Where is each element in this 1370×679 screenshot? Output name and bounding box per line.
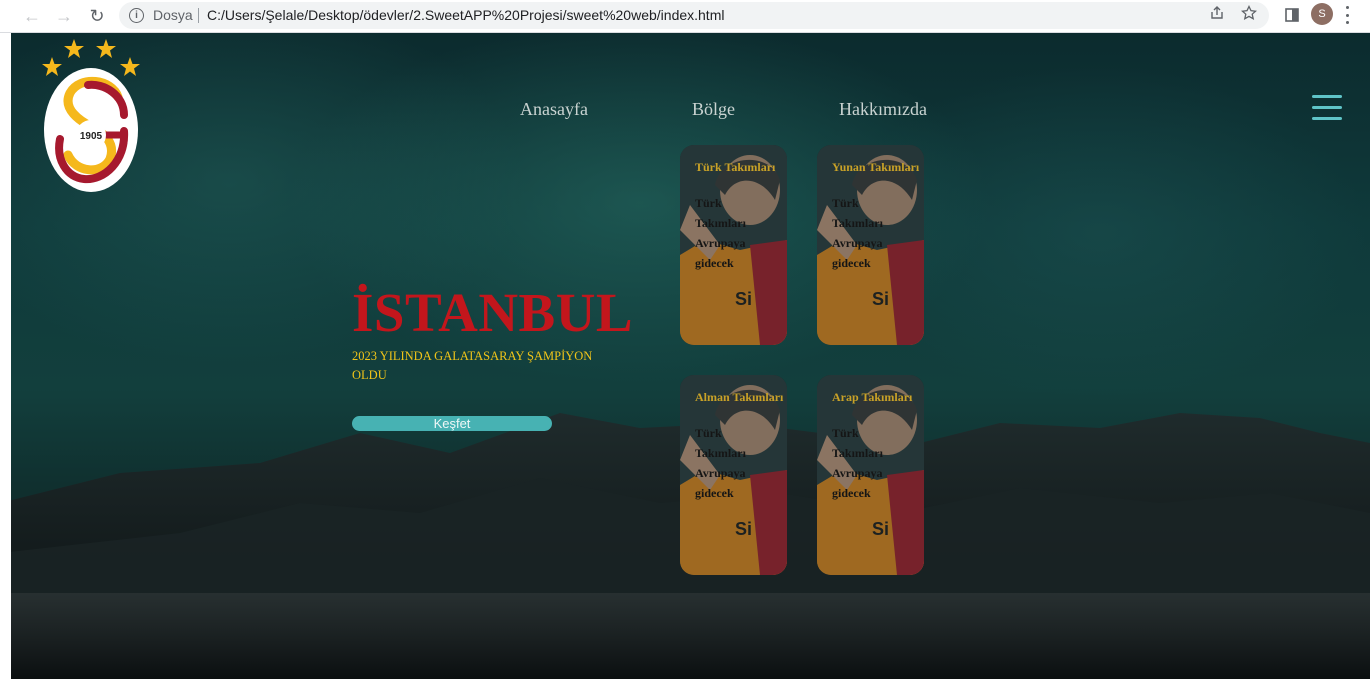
galatasaray-logo[interactable]: 1905 — [40, 35, 144, 195]
hero-subtitle: 2023 YILINDA GALATASARAY ŞAMPİYON OLDU — [352, 349, 593, 382]
address-scheme-label: Dosya — [153, 7, 193, 23]
address-bar[interactable]: i Dosya C:/Users/Şelale/Desktop/ödevler/… — [119, 2, 1269, 29]
card-alman[interactable]: Si Alman Takımları Türk Takımları Avrupa… — [680, 375, 787, 575]
mountains-background — [0, 413, 1370, 679]
page-background: 1905 Anasayfa Bölge Hakkımızda İSTANBUL … — [0, 33, 1370, 679]
card-text: Türk Takımları Avrupaya gidecek — [695, 196, 746, 270]
browser-toolbar: ← → ↻ i Dosya C:/Users/Şelale/Desktop/öd… — [0, 0, 1370, 33]
reload-icon[interactable]: ↻ — [85, 4, 109, 28]
forward-arrow-icon[interactable]: → — [52, 4, 76, 28]
logo-year: 1905 — [80, 131, 103, 142]
card-turk[interactable]: Si Türk Takımları Türk Takımları Avrupay… — [680, 145, 787, 345]
card-text: Türk Takımları Avrupaya gidecek — [832, 426, 883, 500]
card-title: Yunan Takımları — [832, 160, 920, 174]
card-yunan[interactable]: Si Yunan Takımları Türk Takımları Avrupa… — [817, 145, 924, 345]
card-text: Türk Takımları Avrupaya gidecek — [832, 196, 883, 270]
hamburger-menu-icon[interactable] — [1312, 95, 1342, 121]
card-title: Arap Takımları — [832, 390, 913, 404]
address-url[interactable]: C:/Users/Şelale/Desktop/ödevler/2.SweetA… — [207, 7, 724, 23]
nav-link-hakkimizda[interactable]: Hakkımızda — [839, 99, 927, 120]
info-icon[interactable]: i — [129, 8, 144, 23]
nav-link-anasayfa[interactable]: Anasayfa — [520, 99, 588, 120]
hero-title: İSTANBUL — [352, 282, 634, 343]
back-arrow-icon[interactable]: ← — [20, 4, 44, 28]
card-arap[interactable]: Si Arap Takımları Türk Takımları Avrupay… — [817, 375, 924, 575]
profile-avatar[interactable]: S — [1311, 3, 1333, 25]
card-title: Türk Takımları — [695, 160, 776, 174]
share-icon[interactable] — [1209, 5, 1225, 25]
card-title: Alman Takımları — [695, 390, 784, 404]
address-separator — [198, 8, 199, 23]
explore-button[interactable]: Keşfet — [352, 416, 552, 431]
card-text: Türk Takımları Avrupaya gidecek — [695, 426, 746, 500]
page-left-edge — [0, 33, 11, 679]
nav-link-bolge[interactable]: Bölge — [692, 99, 735, 120]
side-panel-icon[interactable] — [1281, 4, 1303, 26]
bookmark-star-icon[interactable] — [1240, 4, 1258, 25]
browser-menu-icon[interactable] — [1346, 6, 1350, 24]
